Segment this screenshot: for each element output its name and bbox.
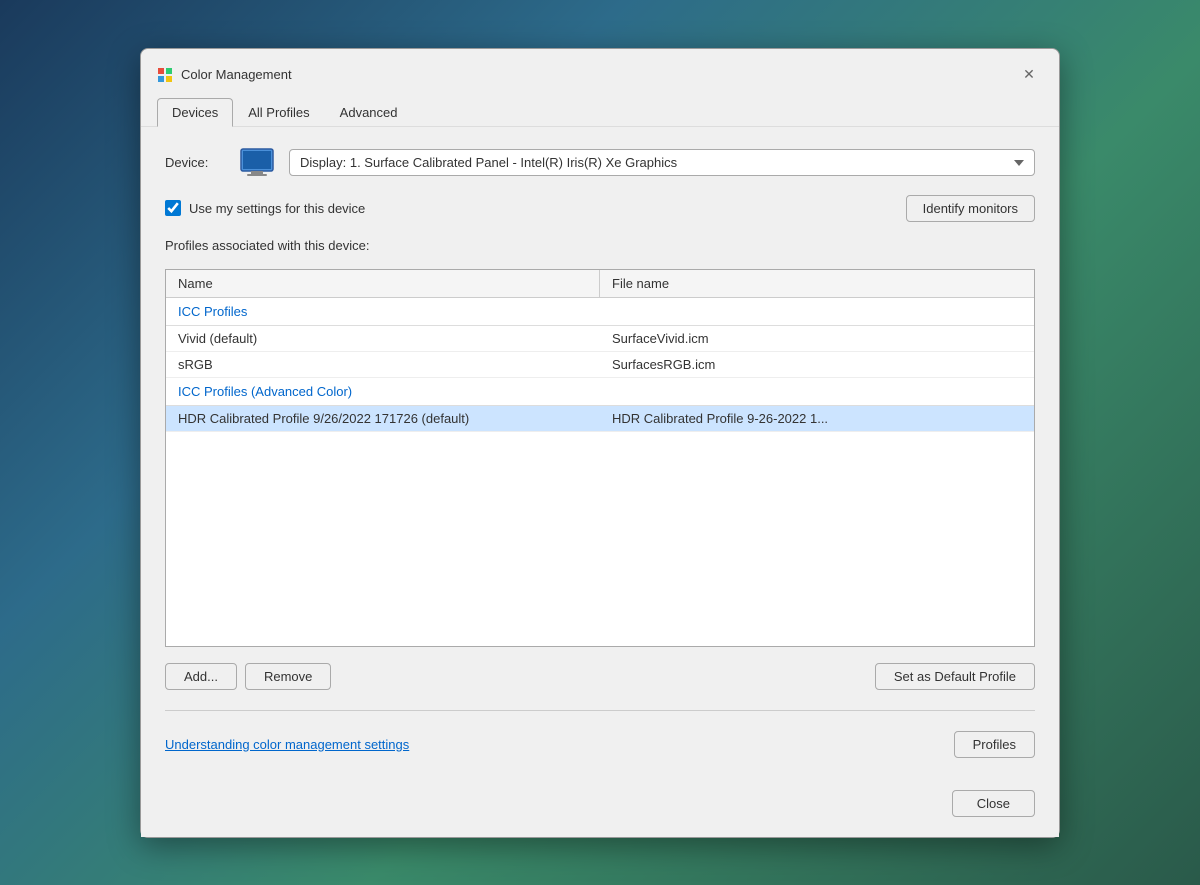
title-bar: Color Management ✕ Devices All Profiles … [141, 49, 1059, 127]
table-body: ICC Profiles Vivid (default) SurfaceVivi… [166, 298, 1034, 588]
row-filename: SurfacesRGB.icm [600, 352, 1034, 377]
profiles-button[interactable]: Profiles [954, 731, 1035, 758]
identify-monitors-button[interactable]: Identify monitors [906, 195, 1035, 222]
row-name: Vivid (default) [166, 326, 600, 351]
app-icon [157, 67, 173, 83]
footer-divider [165, 710, 1035, 711]
profiles-associated-label: Profiles associated with this device: [165, 238, 1035, 253]
use-settings-checkbox[interactable] [165, 200, 181, 216]
table-header: Name File name [166, 270, 1034, 298]
color-management-window: Color Management ✕ Devices All Profiles … [140, 48, 1060, 838]
device-dropdown[interactable]: Display: 1. Surface Calibrated Panel - I… [289, 149, 1035, 176]
tab-bar: Devices All Profiles Advanced [157, 97, 1043, 126]
tab-all-profiles[interactable]: All Profiles [233, 98, 324, 127]
add-button[interactable]: Add... [165, 663, 237, 690]
window-close-button[interactable]: ✕ [1015, 61, 1043, 89]
table-row[interactable]: HDR Calibrated Profile 9/26/2022 171726 … [166, 406, 1034, 432]
checkbox-row: Use my settings for this device Identify… [165, 195, 1035, 222]
device-row: Device: Display: 1. Surface Calibrated P… [165, 147, 1035, 179]
tab-devices[interactable]: Devices [157, 98, 233, 127]
group-header-icc: ICC Profiles [166, 298, 1034, 326]
action-buttons-row: Add... Remove Set as Default Profile [165, 663, 1035, 690]
window-title: Color Management [181, 67, 292, 82]
group-header-icc-advanced: ICC Profiles (Advanced Color) [166, 378, 1034, 406]
remove-button[interactable]: Remove [245, 663, 331, 690]
color-management-link[interactable]: Understanding color management settings [165, 737, 409, 752]
profiles-table: Name File name ICC Profiles Vivid (defau… [165, 269, 1035, 647]
table-row[interactable]: sRGB SurfacesRGB.icm [166, 352, 1034, 378]
table-row[interactable]: Vivid (default) SurfaceVivid.icm [166, 326, 1034, 352]
set-default-button[interactable]: Set as Default Profile [875, 663, 1035, 690]
row-filename: HDR Calibrated Profile 9-26-2022 1... [600, 406, 1034, 431]
device-dropdown-wrapper: Display: 1. Surface Calibrated Panel - I… [289, 149, 1035, 176]
footer-row: Understanding color management settings … [165, 731, 1035, 766]
device-label: Device: [165, 155, 225, 170]
use-settings-label: Use my settings for this device [189, 201, 365, 216]
row-filename: SurfaceVivid.icm [600, 326, 1034, 351]
col-name: Name [166, 270, 600, 297]
tab-content: Device: Display: 1. Surface Calibrated P… [141, 127, 1059, 837]
close-button[interactable]: Close [952, 790, 1035, 817]
tab-advanced[interactable]: Advanced [325, 98, 413, 127]
row-name: sRGB [166, 352, 600, 377]
monitor-icon [237, 147, 277, 179]
footer-bottom: Close [165, 790, 1035, 817]
row-name: HDR Calibrated Profile 9/26/2022 171726 … [166, 406, 600, 431]
col-filename: File name [600, 270, 1034, 297]
